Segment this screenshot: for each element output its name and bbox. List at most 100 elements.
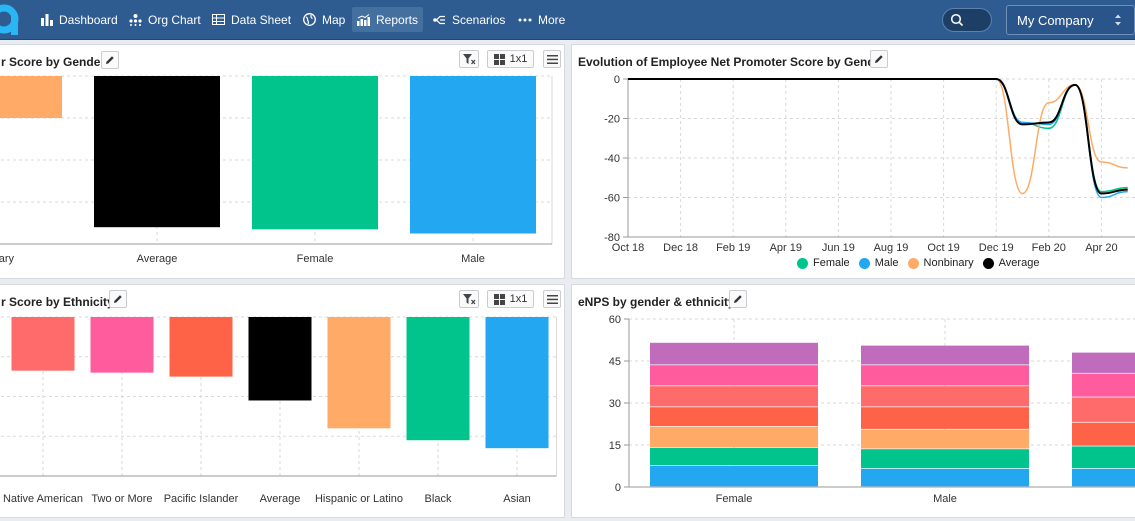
bar [248,317,312,401]
legend-item-female[interactable]: Female [797,257,850,269]
bar [485,317,549,449]
x-tick-label: Dec 18 [663,242,698,254]
x-tick-label: Aug 19 [874,242,909,254]
stacked-segment [861,365,1029,386]
x-tick-label: Female [297,253,334,265]
stacked-segment [1072,373,1135,397]
x-tick-label: Pacific Islander [164,493,239,505]
nav-map[interactable]: Map [298,7,350,32]
stacked-segment [650,386,818,407]
stacked-segment [1072,468,1135,487]
top-navigation-bar: Dashboard Org Chart Data Sheet Map Repor… [0,0,1135,40]
y-tick-label: 0 [614,74,620,86]
x-tick-label: Oct 18 [612,242,644,254]
dashboard-icon [41,13,53,26]
stacked-segment [650,447,818,466]
panel-enps-by-gender-ethnicity: eNPS by gender & ethnicity 0 15 30 45 60 Fema… [571,284,1135,518]
nav-more[interactable]: More [513,7,570,32]
stacked-segment [650,426,818,448]
x-tick-label: Hispanic or Latino [315,493,403,505]
data-sheet-icon [212,14,225,25]
legend-label: Female [813,257,850,269]
company-select[interactable]: My Company [1006,5,1135,35]
x-tick-label: Native American [3,493,83,505]
y-tick-label: 0 [615,482,621,494]
y-tick-label: 30 [609,398,621,410]
x-tick-label: Apr 20 [1085,242,1117,254]
stacked-segment [650,342,818,365]
legend-swatch [982,257,994,269]
gender-line-chart: 0-20-40-60-80Oct 18 Dec 18 Feb 19 Apr 19 Jun… [604,74,1135,254]
stacked-segment [861,449,1029,469]
legend-swatch [797,257,808,269]
gender-bar-chart: binary Average Female Male [0,75,553,265]
stacked-segment [1072,397,1135,422]
nav-data-sheet[interactable]: Data Sheet [207,7,296,32]
x-tick-label: Jun 19 [822,242,855,254]
nav-dashboard[interactable]: Dashboard [36,7,123,32]
legend-label: Nonbinary [923,257,974,269]
org-chart-icon [129,13,142,26]
stacked-segment [650,365,818,386]
x-tick-label: Black [425,493,452,505]
ethnicity-bar-chart: Native American Two or More Pacific Island… [0,316,557,505]
stacked-segment [650,466,818,487]
legend-item-male[interactable]: Male [858,257,899,269]
bar [252,76,378,230]
nav-scenarios[interactable]: Scenarios [428,7,510,32]
stacked-segment [1072,352,1135,373]
bar [169,317,233,377]
bar [410,76,536,234]
legend-label: Male [874,257,899,269]
series-line-male [628,78,1128,199]
y-tick-label: 15 [609,440,621,452]
panel-score-by-ethnicity: r Score by Ethnicity 1x1 Native American… [0,284,565,518]
nav-map-label: Map [322,12,346,27]
globe-icon [303,13,316,26]
x-tick-label: Feb 19 [716,242,750,254]
stacked-segment [861,386,1029,407]
panel-score-by-gender: r Score by Gender 1x1 binaryAverageFemal… [0,44,565,279]
reports-icon [357,13,370,26]
x-tick-label: Average [260,493,301,505]
legend-label: Average [998,257,1040,269]
x-tick-label: Apr 19 [770,242,802,254]
x-tick-label: Asian [503,493,531,505]
x-tick-label: Average [137,253,178,265]
bar [406,317,470,441]
legend-swatch [907,257,919,269]
x-tick-label: Male [461,253,485,265]
scenarios-icon [433,15,445,24]
select-arrows-icon [1115,14,1121,26]
search-button[interactable] [942,8,992,32]
nav-reports-label: Reports [376,12,419,27]
series-line-average [628,78,1128,195]
y-tick-label: -20 [604,114,620,126]
panel-enps-evolution-by-gender: Evolution of Employee Net Promoter Score… [571,44,1135,279]
more-icon [518,18,532,21]
app-logo-icon[interactable] [0,3,20,35]
legend-item-average[interactable]: Average [982,257,1040,269]
y-tick-label: -60 [604,193,620,205]
stacked-segment [861,468,1029,487]
legend-item-nonbinary[interactable]: Nonbinary [907,257,974,269]
line-chart-legend: Female Male Nonbinary Average [797,257,1048,269]
y-tick-label: 60 [609,314,621,326]
company-select-value: My Company [1017,12,1094,28]
x-tick-label: Dec 19 [979,242,1014,254]
search-icon [950,13,964,27]
nav-org-chart[interactable]: Org Chart [124,7,206,32]
stacked-segment [861,407,1029,429]
legend-swatch [858,257,870,269]
stacked-segment [650,407,818,427]
bar [94,76,220,228]
stacked-segment [1072,446,1135,469]
x-tick-label: Two or More [91,493,152,505]
stacked-segment [861,429,1029,449]
x-tick-label: binary [0,253,14,265]
x-tick-label: Female [716,493,753,505]
stacked-segment [1072,422,1135,446]
bar [11,317,75,371]
nav-reports[interactable]: Reports [352,7,424,32]
bar [0,76,62,118]
